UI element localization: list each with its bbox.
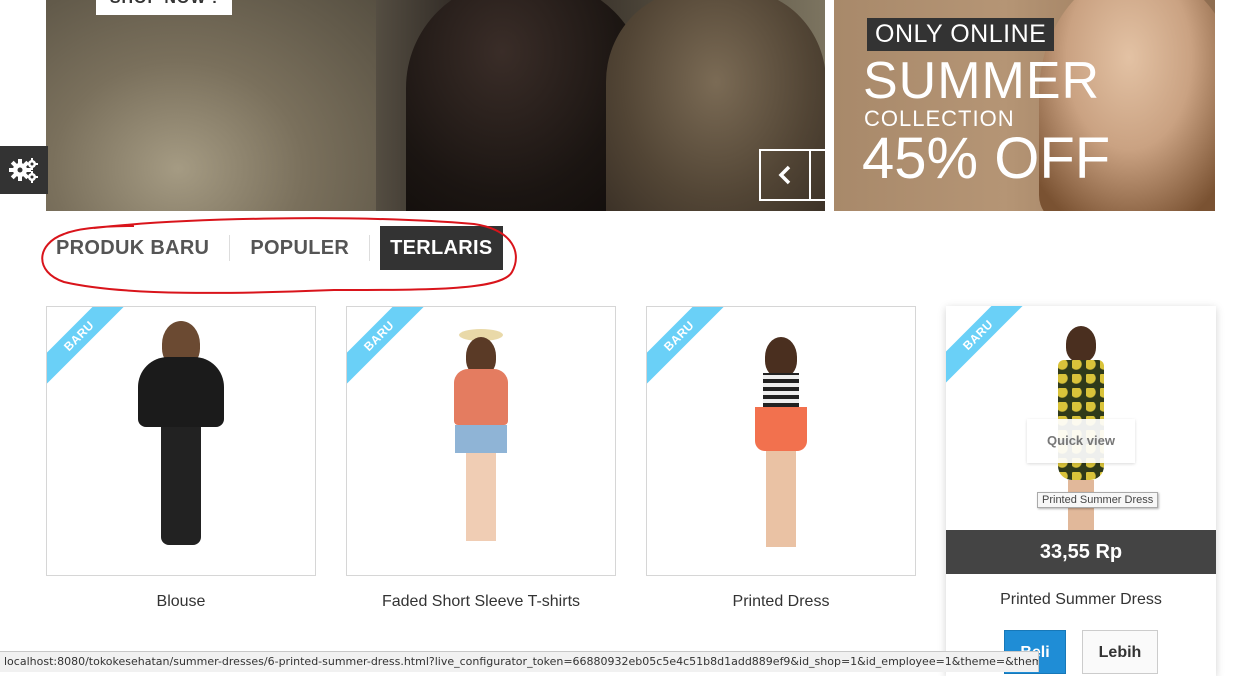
promo-headline: SUMMER xyxy=(863,52,1101,110)
new-badge: BARU xyxy=(47,307,137,394)
new-badge: BARU xyxy=(946,306,1036,393)
product-name[interactable]: Printed Dress xyxy=(646,592,916,612)
theme-configurator-button[interactable] xyxy=(0,146,48,194)
slider-prev-button[interactable] xyxy=(761,151,809,199)
product-image[interactable]: BARU xyxy=(646,306,916,576)
product-tabs: PRODUK BARU POPULER TERLARIS xyxy=(46,226,503,270)
new-badge: BARU xyxy=(647,307,737,394)
banner-background xyxy=(46,0,376,211)
shop-now-button[interactable]: SHOP NOW ! xyxy=(96,0,232,15)
product-name[interactable]: Blouse xyxy=(46,592,316,612)
hero-main-banner[interactable] xyxy=(46,0,825,211)
quick-view-button[interactable]: Quick view xyxy=(1027,419,1135,463)
gears-icon xyxy=(9,158,38,183)
product-image[interactable]: BARU xyxy=(46,306,316,576)
product-name[interactable]: Faded Short Sleeve T-shirts xyxy=(346,592,616,612)
new-badge: BARU xyxy=(347,307,437,394)
product-tooltip: Printed Summer Dress xyxy=(1037,492,1159,508)
product-card[interactable]: BARU Faded Short Sleeve T-shirts xyxy=(346,306,616,612)
browser-status-url: localhost:8080/tokokesehatan/summer-dres… xyxy=(0,651,1039,672)
tab-produk-baru[interactable]: PRODUK BARU xyxy=(46,226,219,270)
promo-banner[interactable]: ONLY ONLINE SUMMER COLLECTION 45% OFF xyxy=(834,0,1215,211)
product-image[interactable]: BARU xyxy=(346,306,616,576)
promo-discount: 45% OFF xyxy=(862,126,1111,191)
product-card[interactable]: BARU Blouse xyxy=(46,306,316,612)
slider-navigation xyxy=(759,149,825,201)
product-image[interactable]: BARU Quick view Printed Summer Dress 33,… xyxy=(946,306,1216,574)
tab-divider xyxy=(369,235,371,261)
chevron-left-icon xyxy=(778,165,791,185)
slider-next-button[interactable] xyxy=(809,151,825,199)
promo-badge: ONLY ONLINE xyxy=(867,18,1055,51)
tab-terlaris[interactable]: TERLARIS xyxy=(380,226,503,270)
product-card[interactable]: BARU Printed Dress xyxy=(646,306,916,612)
product-photo xyxy=(755,337,807,547)
product-card-hovered[interactable]: BARU Quick view Printed Summer Dress 33,… xyxy=(946,306,1216,676)
product-photo xyxy=(454,329,508,541)
more-button[interactable]: Lebih xyxy=(1082,630,1158,674)
product-price: 33,55 Rp xyxy=(946,530,1216,574)
tab-populer[interactable]: POPULER xyxy=(240,226,359,270)
product-photo xyxy=(138,321,224,545)
product-name[interactable]: Printed Summer Dress xyxy=(946,590,1216,610)
tab-divider xyxy=(229,235,231,261)
